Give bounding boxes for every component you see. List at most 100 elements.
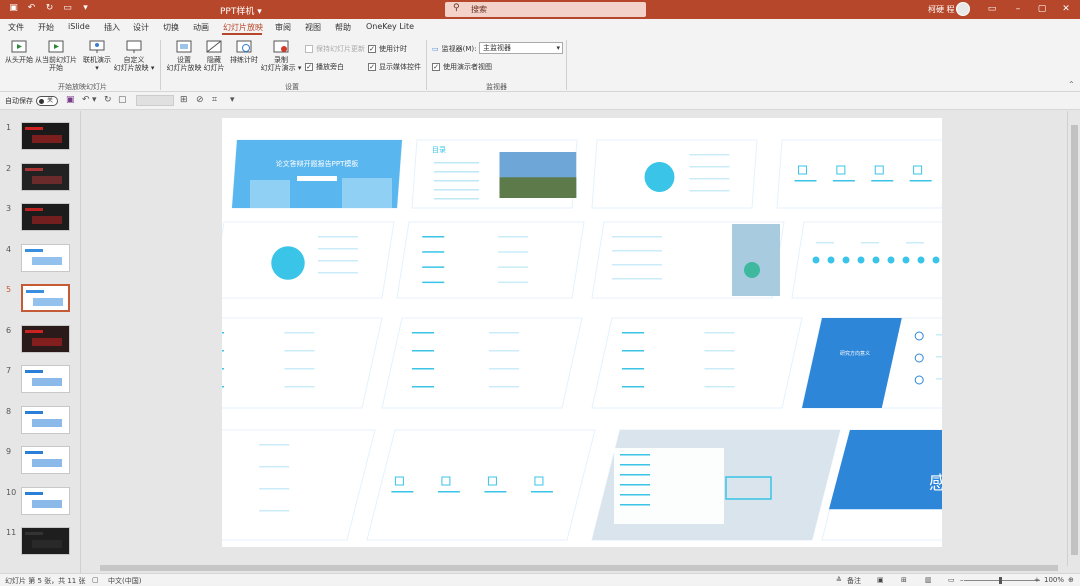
slideshow-icon[interactable]: ▢ [118, 95, 127, 105]
slide-sorter-icon[interactable]: ⊞ [901, 576, 907, 584]
tab-islide[interactable]: iSlide [68, 22, 90, 31]
show-media-checkbox[interactable]: ✓ 显示媒体控件 [368, 62, 421, 72]
brush-icon[interactable]: ⌗ [212, 95, 217, 105]
slide-mockup [776, 139, 948, 209]
custom-slideshow-button[interactable]: 自定义 幻灯片放映 ▾ [112, 40, 156, 72]
zoom-out-icon[interactable]: – [960, 576, 964, 584]
collapse-ribbon-icon[interactable]: ⌃ [1068, 80, 1075, 89]
slide-thumbnail[interactable] [21, 203, 70, 231]
save-icon[interactable]: ▣ [8, 3, 19, 14]
thumbnail-number: 5 [6, 285, 12, 294]
ribbon-display-icon[interactable]: ▭ [984, 2, 1000, 16]
mockup-heading [412, 386, 434, 388]
play-narrations-checkbox[interactable]: ✓ 播放旁白 [305, 62, 344, 72]
customize-toolbar-icon[interactable]: ▾ [80, 3, 91, 14]
horizontal-scrollbar[interactable] [92, 562, 1067, 573]
document-title[interactable]: PPT样机 ▾ [220, 4, 262, 17]
online-present-button[interactable]: 联机演示 ▾ [82, 40, 112, 72]
undo-icon[interactable]: ↶ [26, 3, 37, 14]
format-painter-icon[interactable]: ⊞ [180, 95, 188, 105]
tab-review[interactable]: 审阅 [275, 22, 291, 33]
zoom-slider[interactable] [964, 580, 1040, 581]
scrollbar-thumb[interactable] [100, 565, 1058, 571]
thumbnail-scrollbar[interactable] [80, 111, 90, 573]
scrollbar-thumb[interactable] [1071, 125, 1078, 555]
group-separator [566, 40, 567, 90]
start-slideshow-icon[interactable]: ▭ [62, 3, 73, 14]
customize-qat-icon[interactable]: ▾ [230, 95, 235, 105]
slide-mockup [591, 429, 841, 541]
reading-view-icon[interactable]: ▥ [925, 576, 932, 584]
from-start-button[interactable]: 从头开始 [4, 40, 34, 64]
from-current-button[interactable]: 从当前幻灯片 开始 [34, 40, 78, 72]
mockup-line [936, 334, 981, 336]
slide-thumbnail[interactable] [21, 405, 70, 434]
avatar[interactable] [956, 2, 970, 16]
online-present-icon [89, 40, 105, 53]
record-slideshow-button[interactable]: 录制 幻灯片演示 ▾ [259, 40, 303, 72]
slide-thumbnail[interactable] [21, 527, 70, 555]
mockup-page [381, 317, 583, 409]
user-name[interactable]: 柯硬 程 [928, 4, 955, 15]
language[interactable]: 中文(中国) [108, 576, 141, 586]
use-timings-checkbox[interactable]: ✓ 使用计时 [368, 44, 407, 54]
slide-thumbnail[interactable] [21, 486, 70, 515]
slideshow-view-icon[interactable]: ▭ [948, 576, 955, 584]
undo-icon[interactable]: ↶ [82, 95, 90, 105]
close-icon[interactable]: ✕ [1058, 2, 1074, 16]
maximize-icon[interactable]: ▢ [1034, 2, 1050, 16]
fit-slide-icon[interactable]: ⊕ [1068, 576, 1074, 584]
slide-thumbnail[interactable] [21, 122, 70, 150]
save-icon[interactable]: ▣ [66, 95, 75, 105]
checkbox-check-icon: ✓ [305, 63, 313, 71]
tab-transitions[interactable]: 切换 [163, 22, 179, 33]
keep-updated-checkbox[interactable]: 保持幻灯片更新 [305, 44, 365, 54]
tab-animations[interactable]: 动画 [193, 22, 209, 33]
slide-thumbnail[interactable] [21, 162, 70, 191]
monitor-select[interactable]: 主监视器 ▾ [479, 42, 563, 54]
slide-mockup [591, 139, 758, 209]
tab-onekey[interactable]: OneKey Lite [366, 22, 414, 31]
redo-icon[interactable]: ↻ [104, 95, 112, 105]
slide-thumbnail[interactable] [21, 324, 70, 353]
autosave-toggle[interactable]: 关 [36, 96, 58, 106]
slide-thumbnail[interactable] [21, 365, 70, 393]
notes-icon[interactable]: ≙ [836, 576, 842, 584]
tab-design[interactable]: 设计 [133, 22, 149, 33]
presenter-view-checkbox[interactable]: ✓ 使用演示者视图 [432, 62, 492, 72]
redo-icon[interactable]: ↻ [44, 3, 55, 14]
mockup-heading [422, 236, 445, 238]
undo-dropdown-icon[interactable]: ▾ [92, 95, 97, 105]
slide-thumbnail[interactable] [21, 243, 70, 272]
zoom-level[interactable]: 100% [1044, 576, 1064, 584]
mockup-line [936, 378, 981, 380]
slide-thumbnail[interactable] [21, 284, 70, 312]
tab-home[interactable]: 开始 [38, 22, 54, 33]
setup-slideshow-button[interactable]: 设置 幻灯片放映 [164, 40, 204, 72]
thumbnail-accent [26, 290, 44, 293]
spellcheck-icon[interactable]: ▢ [92, 576, 99, 584]
rehearse-timings-button[interactable]: 排练计时 [229, 40, 259, 64]
tab-file[interactable]: 文件 [8, 22, 24, 33]
thumbnail-accent [25, 248, 43, 252]
zoom-slider-knob[interactable] [999, 577, 1002, 584]
mockup-dot [917, 256, 925, 264]
mockup-line [259, 488, 290, 490]
normal-view-icon[interactable]: ▣ [877, 576, 884, 584]
slide-canvas[interactable]: 论文答辩开题报告PPT模板 目录研究方向意义感谢倾听 [126, 118, 1080, 547]
slide-thumbnail[interactable] [21, 446, 70, 474]
tab-view[interactable]: 视图 [305, 22, 321, 33]
shapes-icon[interactable]: ⊘ [196, 95, 204, 105]
font-size-box[interactable] [136, 95, 174, 106]
hide-slide-button[interactable]: 隐藏 幻灯片 [202, 40, 226, 72]
thumbnail-number: 4 [6, 244, 12, 254]
minimize-icon[interactable]: – [1010, 2, 1026, 16]
tab-help[interactable]: 帮助 [335, 22, 351, 33]
notes-button[interactable]: 备注 [847, 576, 861, 586]
search-box[interactable]: ⚲ 搜索 [445, 2, 646, 17]
vertical-scrollbar[interactable] [1067, 111, 1080, 566]
checkbox-box [305, 45, 313, 53]
zoom-in-icon[interactable]: + [1034, 576, 1040, 584]
tab-insert[interactable]: 插入 [104, 22, 120, 33]
tab-slideshow[interactable]: 幻灯片放映 [223, 22, 263, 33]
